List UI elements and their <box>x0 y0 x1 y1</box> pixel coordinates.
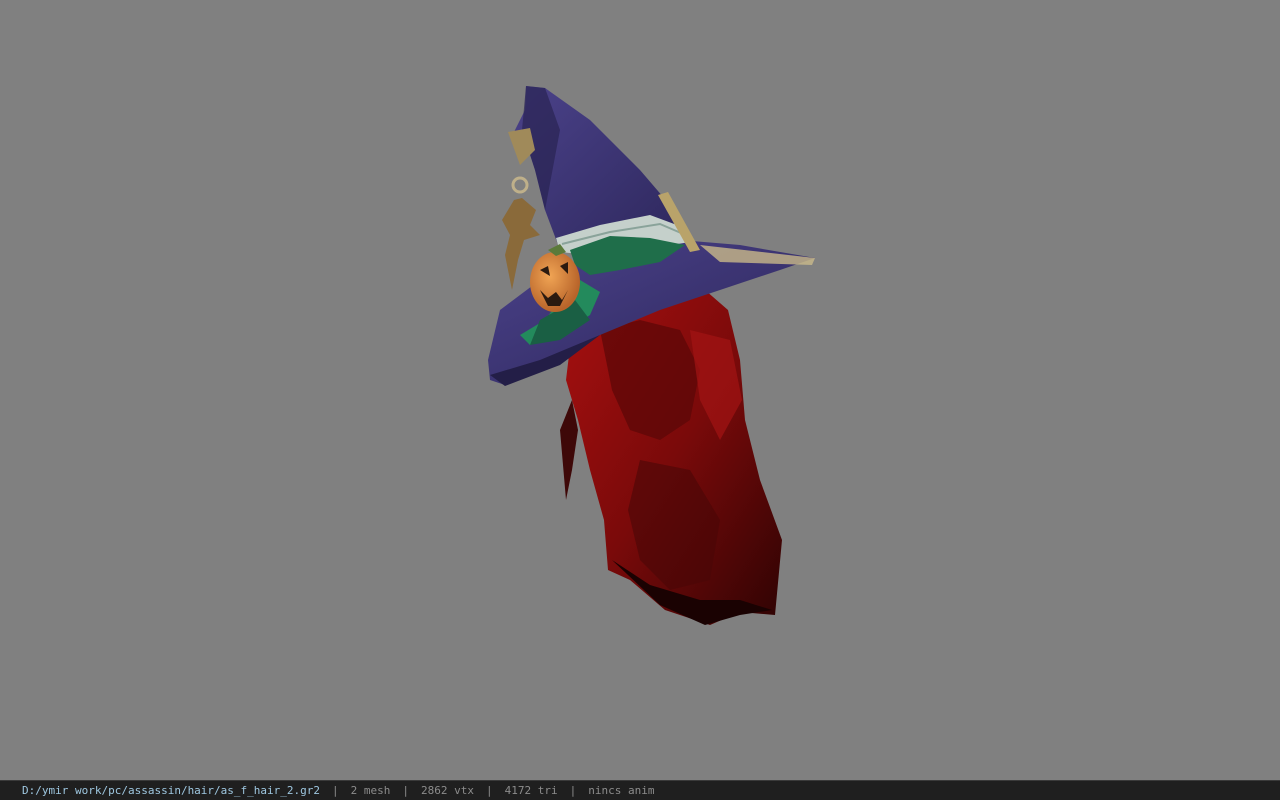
model-render <box>488 86 815 625</box>
status-separator: | <box>486 784 493 797</box>
vertex-count-label: 2862 vtx <box>421 784 474 797</box>
anim-status-label: nincs anim <box>588 784 655 797</box>
status-separator: | <box>332 784 339 797</box>
triangle-count-label: 4172 tri <box>504 784 558 797</box>
status-separator: | <box>569 784 577 797</box>
status-bar: D:/ymir work/pc/assassin/hair/as_f_hair_… <box>0 780 1280 800</box>
status-separator: | <box>402 784 410 797</box>
3d-viewport[interactable] <box>0 0 1280 780</box>
mesh-count-label: 2 mesh <box>350 784 391 797</box>
file-path-label: D:/ymir work/pc/assassin/hair/as_f_hair_… <box>22 784 321 797</box>
